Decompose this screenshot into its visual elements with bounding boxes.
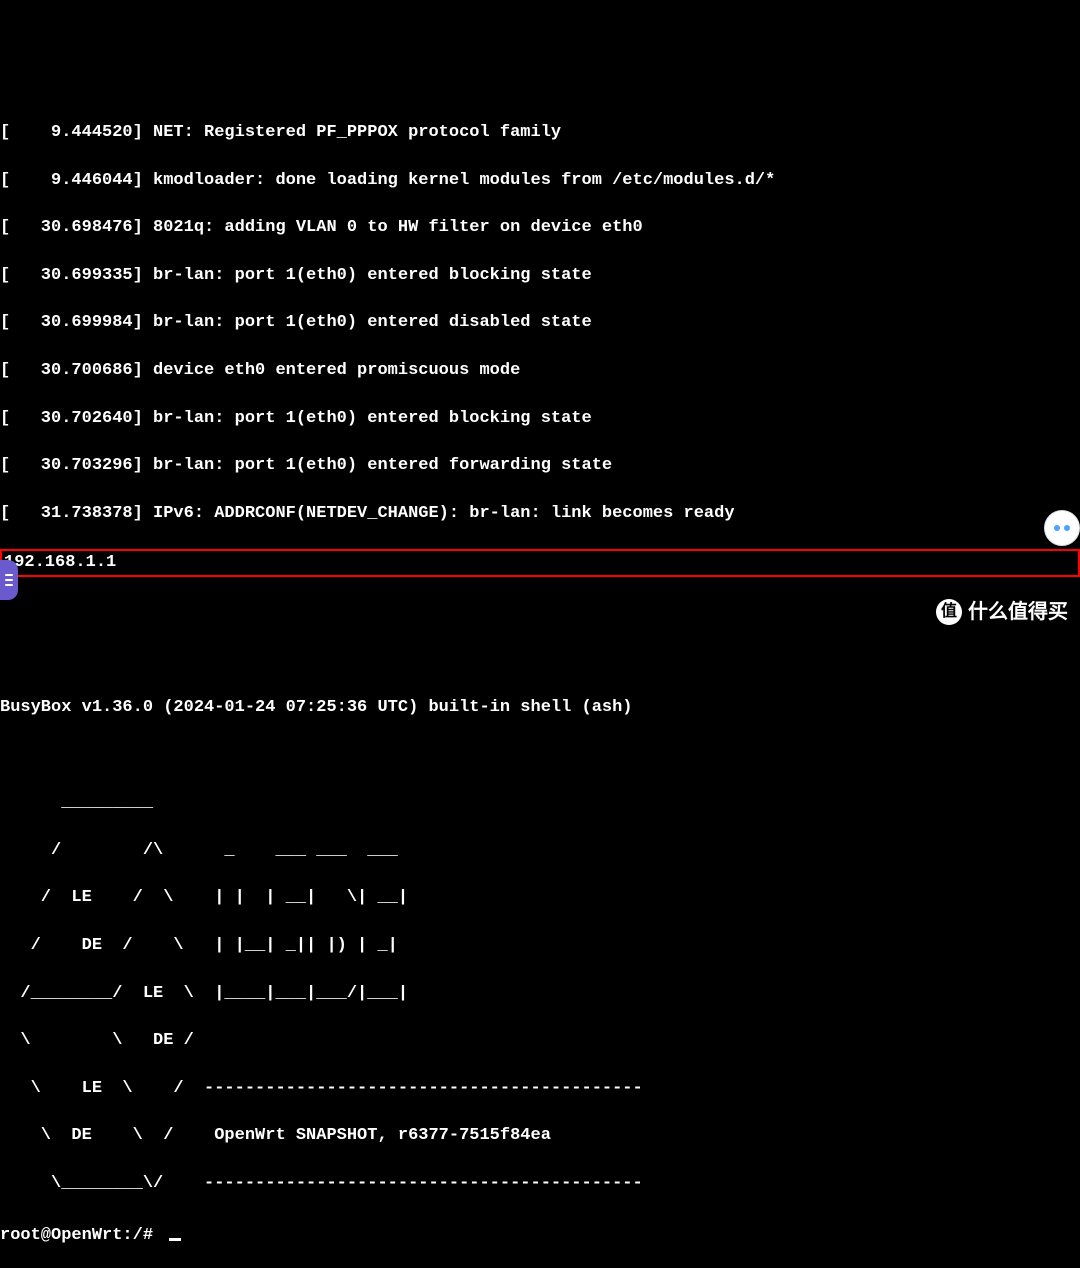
log-line: [ 30.699335] br-lan: port 1(eth0) entere… [0, 264, 1080, 288]
ascii-art-line: \________\/ ----------------------------… [0, 1172, 1080, 1196]
log-line: [ 30.700686] device eth0 entered promisc… [0, 359, 1080, 383]
ascii-art-line: \ DE \ / OpenWrt SNAPSHOT, r6377-7515f84… [0, 1124, 1080, 1148]
log-line: [ 30.703296] br-lan: port 1(eth0) entere… [0, 454, 1080, 478]
ascii-art-line: / /\ _ ___ ___ ___ [0, 839, 1080, 863]
ascii-art-line: / DE / \ | |__| _|| |) | _| [0, 934, 1080, 958]
assistant-widget[interactable] [1044, 510, 1080, 546]
cursor-icon [169, 1238, 181, 1241]
blank-line [0, 601, 1080, 625]
log-line: [ 30.698476] 8021q: adding VLAN 0 to HW … [0, 216, 1080, 240]
blank-line [0, 744, 1080, 768]
blank-line [0, 649, 1080, 673]
ascii-art-line: /________/ LE \ |____|___|___/|___| [0, 982, 1080, 1006]
shell-prompt[interactable]: root@OpenWrt:/# [0, 1226, 163, 1245]
ascii-art-line: \ \ DE / [0, 1029, 1080, 1053]
highlighted-ip: 192.168.1.1 [0, 549, 1080, 577]
side-tab[interactable] [0, 560, 18, 600]
watermark-text: 什么值得买 [968, 598, 1068, 626]
dots-icon [1054, 525, 1070, 531]
log-line: [ 9.444520] NET: Registered PF_PPPOX pro… [0, 121, 1080, 145]
log-line: [ 30.702640] br-lan: port 1(eth0) entere… [0, 407, 1080, 431]
busybox-line: BusyBox v1.36.0 (2024-01-24 07:25:36 UTC… [0, 696, 1080, 720]
ascii-art-line: \ LE \ / -------------------------------… [0, 1077, 1080, 1101]
log-line: [ 31.738378] IPv6: ADDRCONF(NETDEV_CHANG… [0, 502, 1080, 526]
terminal-output[interactable]: [ 9.444520] NET: Registered PF_PPPOX pro… [0, 97, 1080, 1268]
log-line: [ 9.446044] kmodloader: done loading ker… [0, 169, 1080, 193]
ascii-art-line: _________ [0, 791, 1080, 815]
log-line: [ 30.699984] br-lan: port 1(eth0) entere… [0, 311, 1080, 335]
watermark: 值 什么值得买 [936, 598, 1068, 626]
ascii-art-line: / LE / \ | | | __| \| __| [0, 886, 1080, 910]
watermark-icon: 值 [936, 599, 962, 625]
